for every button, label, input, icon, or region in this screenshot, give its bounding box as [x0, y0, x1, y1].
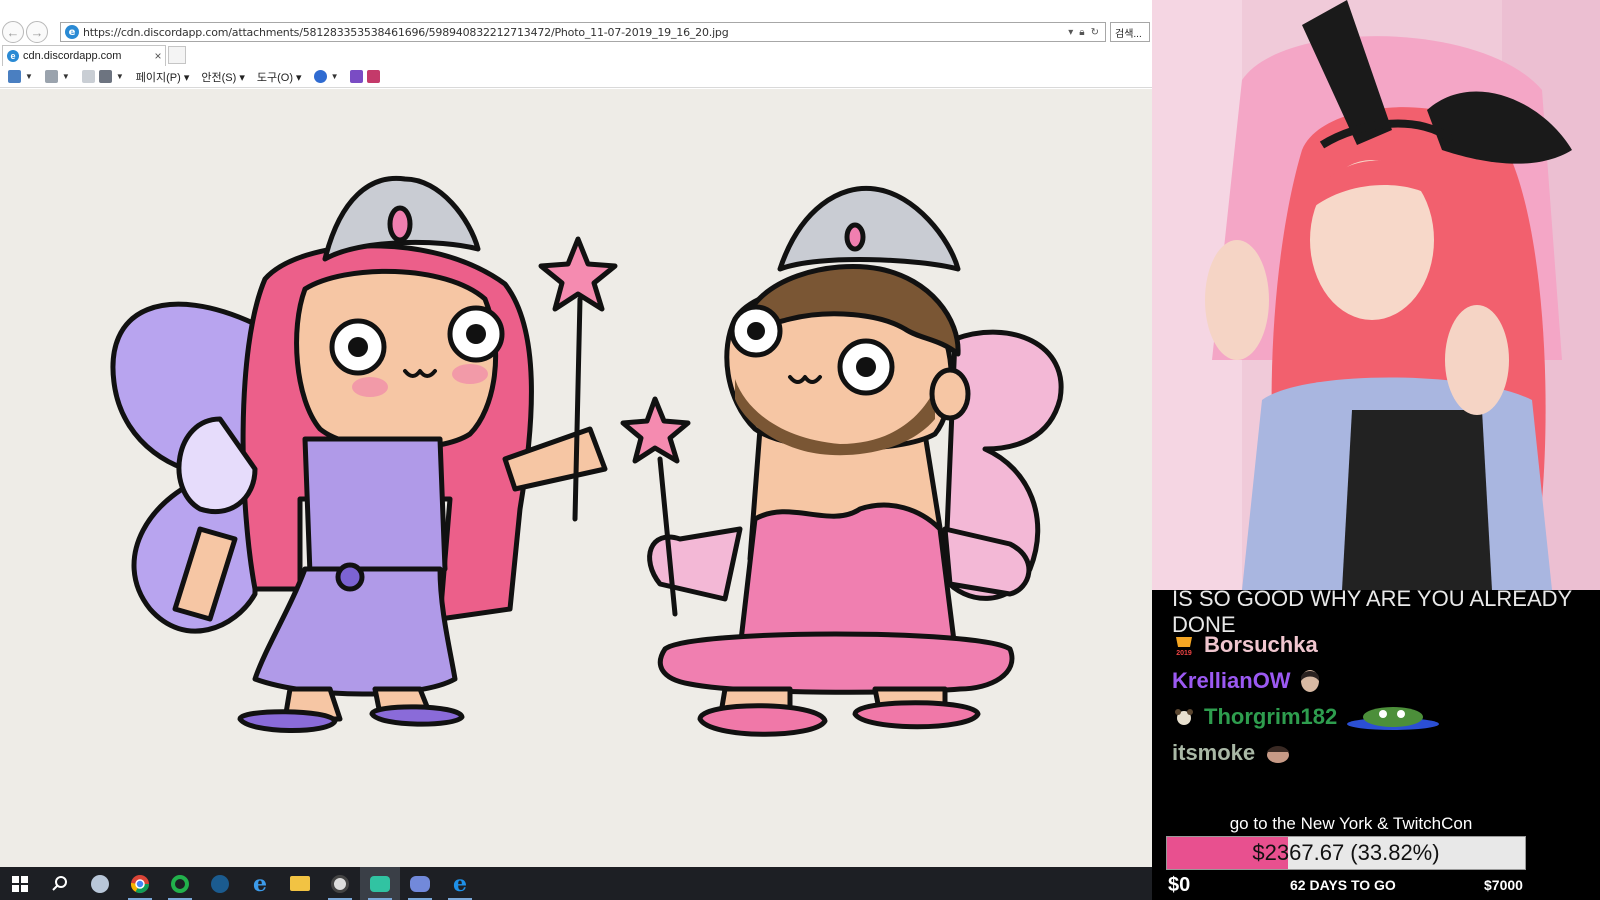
chat-row: itsmoke: [1172, 740, 1293, 766]
fairy-drawing-image: [0, 89, 1152, 867]
menu-page[interactable]: 페이지(P) ▾: [136, 69, 190, 85]
face-emote-icon: [1299, 669, 1321, 693]
goal-max-label: $7000: [1484, 877, 1523, 893]
menu-tools[interactable]: 도구(O) ▾: [257, 69, 302, 85]
goal-amount: $2367.67 (33.82%): [1252, 840, 1440, 865]
edge-icon[interactable]: e: [240, 867, 280, 900]
chat-username[interactable]: itsmoke: [1172, 740, 1255, 766]
goal-days-remaining: 62 DAYS TO GO: [1290, 877, 1396, 893]
tab-strip: e cdn.discordapp.com ×: [0, 44, 1152, 66]
image-viewport: [0, 89, 1152, 867]
browser-window: ← → e https://cdn.discordapp.com/attachm…: [0, 0, 1152, 867]
mail-icon[interactable]: [81, 70, 95, 83]
command-bar: ▼ ▼ ▼ 페이지(P) ▾ 안전(S) ▾ 도구(O) ▾ ▼: [0, 66, 1152, 88]
address-tools: ▾ 🔒︎ ↻: [1068, 27, 1105, 38]
home-caret-icon[interactable]: ▼: [25, 72, 33, 81]
print-icon[interactable]: [98, 70, 112, 83]
streamer-video: [1152, 0, 1600, 590]
webcam-feed: [1152, 0, 1600, 590]
new-tab-button[interactable]: [168, 46, 186, 64]
dog-badge-icon: [1172, 705, 1196, 729]
help-caret-icon[interactable]: ▼: [331, 72, 339, 81]
tab-close-icon[interactable]: ×: [151, 49, 165, 63]
steam-icon[interactable]: [200, 867, 240, 900]
back-arrow-icon: ←: [6, 24, 20, 40]
tab-title: cdn.discordapp.com: [23, 50, 122, 62]
chat-username[interactable]: Thorgrim182: [1204, 704, 1337, 730]
refresh-icon[interactable]: ↻: [1091, 27, 1099, 38]
chat-row: KrellianOW: [1172, 668, 1321, 694]
menu-safety-label: 안전(S): [201, 71, 237, 84]
research-icon[interactable]: [367, 70, 381, 83]
badge-year-text: 2019: [1176, 650, 1192, 657]
translate-icon[interactable]: [350, 70, 364, 83]
search-icon[interactable]: [40, 867, 80, 900]
search-input[interactable]: 검색...: [1110, 22, 1150, 42]
goal-title: go to the New York & TwitchCon: [1229, 814, 1473, 833]
obs-icon[interactable]: [320, 867, 360, 900]
menu-safety[interactable]: 안전(S) ▾: [201, 69, 244, 85]
internet-explorer-icon[interactable]: e: [440, 867, 480, 900]
feeds-caret-icon[interactable]: ▼: [62, 72, 70, 81]
dropdown-icon[interactable]: ▾: [1068, 27, 1073, 38]
donation-goal-widget: go to the New York & TwitchCon $2367.67 …: [1166, 814, 1536, 900]
address-row: ← → e https://cdn.discordapp.com/attachm…: [0, 20, 1152, 44]
pepe-emote-icon: [1345, 704, 1441, 730]
menu-page-label: 페이지(P): [135, 71, 181, 84]
print-caret-icon[interactable]: ▼: [116, 72, 124, 81]
tab-favicon-icon: e: [7, 50, 19, 62]
chat-row: 2019 Borsuchka: [1172, 632, 1318, 658]
taskbar: e e: [0, 867, 1152, 900]
android-icon[interactable]: [160, 867, 200, 900]
chat-username[interactable]: Borsuchka: [1204, 632, 1318, 658]
goal-min-label: $0: [1168, 874, 1191, 896]
goal-progress-bar: $2367.67 (33.82%): [1166, 836, 1526, 870]
year-badge-icon: 2019: [1172, 633, 1196, 657]
smirk-emote-icon: [1263, 742, 1293, 764]
cortana-app-icon[interactable]: [80, 867, 120, 900]
streamlabs-icon[interactable]: [360, 867, 400, 900]
site-icon: e: [65, 25, 79, 39]
windows-start-icon[interactable]: [0, 867, 40, 900]
chat-username[interactable]: KrellianOW: [1172, 668, 1291, 694]
forward-arrow-icon: →: [30, 24, 44, 40]
chat-row: Thorgrim182: [1172, 704, 1441, 730]
forward-button[interactable]: →: [26, 21, 48, 43]
url-text: https://cdn.discordapp.com/attachments/5…: [83, 25, 729, 39]
chat-message-partial: IS SO GOOD WHY ARE YOU ALREADY DONE: [1172, 586, 1572, 637]
address-bar[interactable]: e https://cdn.discordapp.com/attachments…: [60, 22, 1106, 42]
file-explorer-icon[interactable]: [280, 867, 320, 900]
menu-tools-label: 도구(O): [256, 71, 293, 84]
chrome-icon[interactable]: [120, 867, 160, 900]
search-label: 검색...: [1115, 28, 1142, 40]
screen: ← → e https://cdn.discordapp.com/attachm…: [0, 0, 1600, 900]
lock-icon[interactable]: 🔒︎: [1079, 27, 1084, 38]
goal-footer: $0 62 DAYS TO GO $7000: [1166, 874, 1536, 900]
help-icon[interactable]: [313, 70, 327, 83]
feeds-icon[interactable]: [44, 70, 58, 83]
tab-active[interactable]: e cdn.discordapp.com ×: [2, 45, 166, 66]
stream-chat-panel: IS SO GOOD WHY ARE YOU ALREADY DONE 2019…: [1152, 586, 1600, 900]
discord-icon[interactable]: [400, 867, 440, 900]
back-button[interactable]: ←: [2, 21, 24, 43]
home-icon[interactable]: [8, 70, 21, 83]
